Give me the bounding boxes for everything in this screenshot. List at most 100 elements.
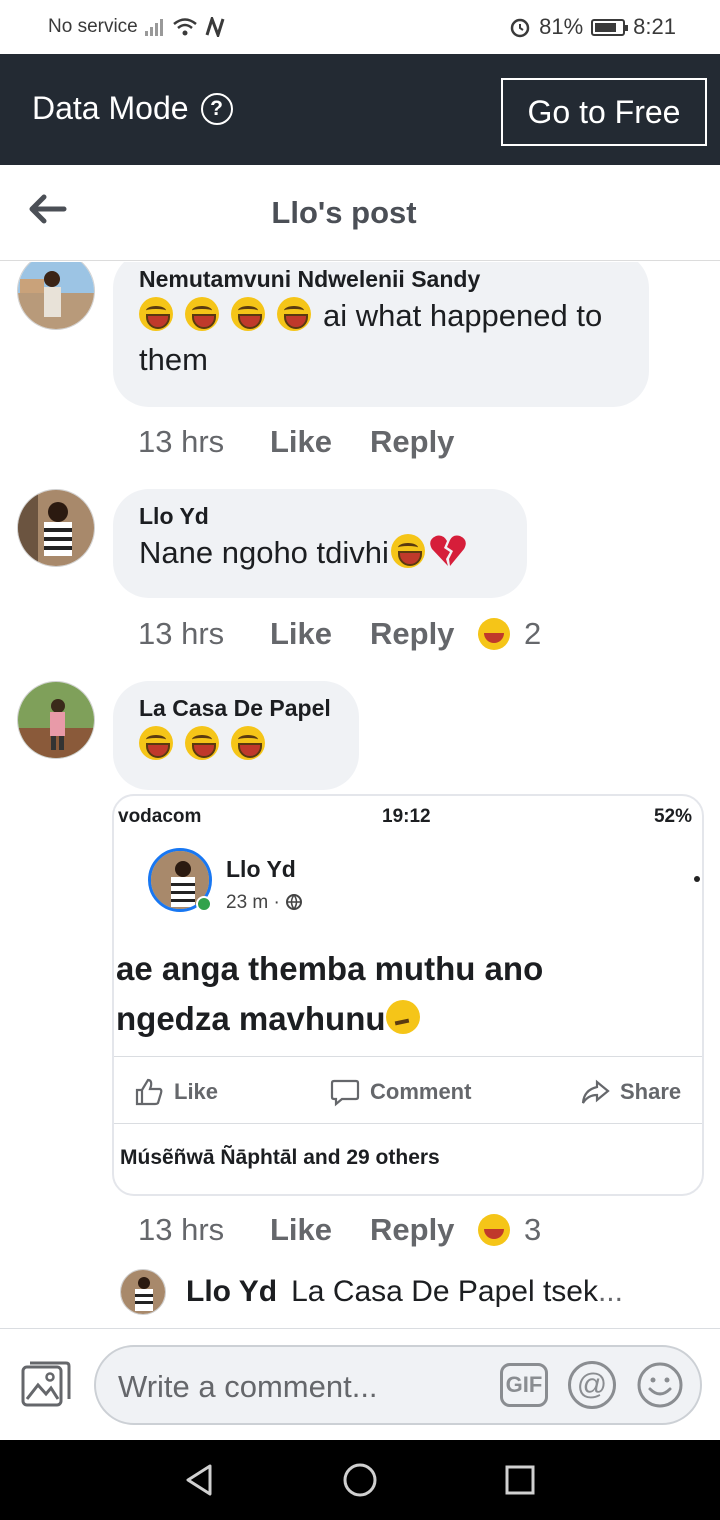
comment-bubble-icon (330, 1079, 360, 1107)
laughing-emoji-icon (185, 297, 219, 331)
comment-actions: 13 hrs Like Reply 2 (138, 616, 541, 652)
carrier-label: No service (48, 16, 138, 37)
image-share: Share (580, 1077, 681, 1107)
reply-preview[interactable]: Llo Yd La Casa De Papel tsek... (118, 1265, 678, 1317)
more-dot-icon (694, 876, 700, 882)
carrier-status: No service (48, 16, 226, 38)
clock: 8:21 (633, 14, 676, 39)
comment-input[interactable]: Write a comment... GIF @ (94, 1345, 702, 1425)
comment-author[interactable]: La Casa De Papel (139, 693, 333, 723)
image-post-line: ae anga themba muthu ano (116, 950, 544, 987)
status-bar: No service 81% 8:21 (0, 0, 720, 54)
recents-square-icon[interactable] (502, 1462, 538, 1498)
data-mode-bar: Data Mode ? Go to Free (0, 54, 720, 165)
emoji-picker-icon[interactable] (636, 1361, 684, 1409)
comment-text: ai what happened to them (139, 294, 623, 382)
battery-icon (591, 18, 629, 36)
reply-author: Llo Yd (186, 1275, 278, 1308)
comment-actions: 13 hrs Like Reply (138, 424, 478, 460)
laughing-emoji-icon (185, 726, 219, 760)
laughing-emoji-icon (139, 726, 173, 760)
image-like: Like (134, 1077, 218, 1107)
image-comment: Comment (330, 1077, 471, 1107)
avatar (120, 1269, 166, 1315)
comment-time: 13 hrs (138, 616, 225, 651)
image-comment-label: Comment (370, 1079, 472, 1104)
reply-button[interactable]: Reply (370, 1212, 478, 1248)
laughing-emoji-icon (231, 726, 265, 760)
reply-ellipsis: ... (597, 1275, 623, 1308)
avatar[interactable] (17, 262, 95, 330)
reaction-count[interactable]: 2 (524, 616, 541, 652)
globe-icon (286, 894, 303, 911)
laughing-emoji-icon (231, 297, 265, 331)
haha-reaction-icon[interactable] (478, 1214, 510, 1246)
image-share-label: Share (620, 1079, 682, 1104)
photo-icon[interactable] (20, 1359, 72, 1409)
comment-author[interactable]: Nemutamvuni Ndwelenii Sandy (139, 264, 623, 294)
online-dot-icon (196, 896, 212, 912)
image-post-time: 23 m · (226, 892, 303, 914)
reply-body: La Casa De Papel tsek (291, 1275, 598, 1308)
wifi-icon (172, 18, 197, 36)
thinking-emoji-icon (385, 1000, 420, 1034)
image-like-label: Like (174, 1079, 219, 1104)
image-post-actions: Like Comment Share (114, 1056, 702, 1124)
image-carrier: vodacom (118, 806, 202, 827)
image-author: Llo Yd (226, 856, 296, 882)
like-button[interactable]: Like (270, 1212, 370, 1248)
battery-percent: 81% (539, 14, 584, 39)
comment-time: 13 hrs (138, 424, 225, 459)
image-post-text: ae anga themba muthu ano ngedza mavhunu (116, 944, 543, 1044)
broken-heart-icon (430, 535, 466, 566)
comments-feed[interactable]: Nemutamvuni Ndwelenii Sandy ai what happ… (0, 262, 720, 1328)
go-to-free-button[interactable]: Go to Free (501, 78, 707, 146)
thumbs-up-icon (135, 1078, 163, 1106)
home-circle-icon[interactable] (342, 1462, 378, 1498)
image-battery: 52% (653, 806, 692, 827)
system-nav-bar (0, 1440, 720, 1520)
comment-text (139, 723, 333, 767)
image-likes-summary: Músẽñwā Ñāphtāl and 29 others (120, 1146, 440, 1169)
question-circle-icon[interactable]: ? (200, 92, 233, 125)
back-triangle-icon[interactable] (182, 1462, 218, 1498)
reply-button[interactable]: Reply (370, 424, 478, 460)
share-arrow-icon (581, 1079, 610, 1104)
avatar-photo (18, 490, 94, 566)
comment-author[interactable]: Llo Yd (139, 501, 501, 531)
signal-icon (144, 19, 163, 36)
nfc-icon (205, 17, 225, 37)
avatar[interactable] (17, 489, 95, 567)
data-mode-title[interactable]: Data Mode ? (32, 90, 233, 127)
post-header: Llo's post (0, 165, 720, 261)
laughing-emoji-icon (277, 297, 311, 331)
comment-body: Nane ngoho tdivhi (139, 535, 389, 570)
like-button[interactable]: Like (270, 616, 370, 652)
data-mode-label: Data Mode (32, 90, 189, 126)
mention-icon[interactable]: @ (568, 1361, 616, 1409)
comment-composer: Write a comment... GIF @ (0, 1328, 720, 1440)
like-button[interactable]: Like (270, 424, 370, 460)
comment-image[interactable]: vodacom 19:12 52% Llo Yd 23 m · ae anga … (112, 794, 704, 1196)
avatar-photo (18, 262, 94, 329)
page-title: Llo's post (271, 195, 417, 230)
comment-bubble[interactable]: Llo Yd Nane ngoho tdivhi (113, 489, 527, 598)
comment-time: 13 hrs (138, 1212, 225, 1247)
avatar-photo (18, 682, 94, 758)
reply-button[interactable]: Reply (370, 616, 478, 652)
comment-bubble[interactable]: Nemutamvuni Ndwelenii Sandy ai what happ… (113, 262, 649, 407)
comment-text: Nane ngoho tdivhi (139, 531, 501, 575)
comment-bubble[interactable]: La Casa De Papel (113, 681, 359, 790)
image-post-line-text: ngedza mavhunu (116, 1000, 386, 1037)
comment-actions: 13 hrs Like Reply 3 (138, 1212, 541, 1248)
haha-reaction-icon[interactable] (478, 618, 510, 650)
alarm-icon (510, 18, 530, 38)
gif-icon[interactable]: GIF (500, 1363, 548, 1407)
avatar[interactable] (17, 681, 95, 759)
reaction-count[interactable]: 3 (524, 1212, 541, 1248)
image-time: 19:12 (382, 806, 431, 827)
reply-preview-text: Llo Yd La Casa De Papel tsek... (186, 1275, 623, 1309)
comment-placeholder: Write a comment... (118, 1369, 378, 1404)
image-post-time-text: 23 m · (226, 892, 280, 913)
laughing-emoji-icon (139, 297, 173, 331)
